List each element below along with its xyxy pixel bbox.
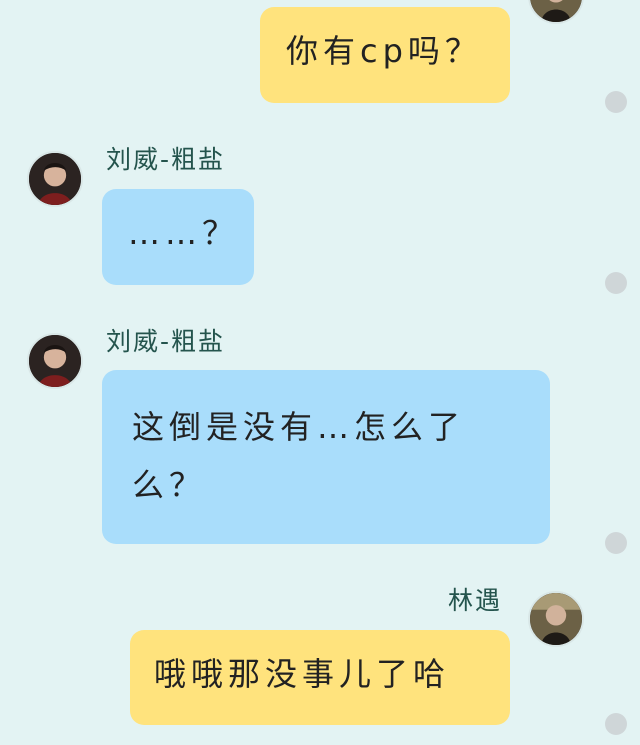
avatar-self-top[interactable] <box>528 0 584 24</box>
status-dot-1 <box>605 91 627 113</box>
message-text-1: 你有cp吗？ <box>286 32 482 70</box>
sender-name-2: 刘威-粗盐 <box>106 327 226 356</box>
sender-name-self: 林遇 <box>448 586 503 615</box>
avatar-self-icon <box>530 0 582 22</box>
avatar-self-bottom[interactable] <box>528 591 584 647</box>
status-dot-4 <box>605 713 627 735</box>
avatar-other-icon <box>29 153 81 205</box>
avatar-self-icon-2 <box>530 593 582 645</box>
sender-name-1: 刘威-粗盐 <box>106 145 226 174</box>
message-bubble-incoming-1[interactable]: ……？ <box>102 189 254 285</box>
status-dot-3 <box>605 532 627 554</box>
message-bubble-outgoing-2[interactable]: 哦哦那没事儿了哈 <box>130 630 510 725</box>
avatar-other-1[interactable] <box>27 151 83 207</box>
chat-thread: 你有cp吗？ 刘威-粗盐 ……？ 刘威-粗盐 这倒是没有…怎么了么？ 林遇 哦哦… <box>0 0 640 745</box>
avatar-other-icon-2 <box>29 335 81 387</box>
message-text-2: ……？ <box>128 214 240 252</box>
status-dot-2 <box>605 272 627 294</box>
message-text-4: 哦哦那没事儿了哈 <box>154 655 451 693</box>
message-text-3: 这倒是没有…怎么了么？ <box>132 408 466 504</box>
message-bubble-incoming-2[interactable]: 这倒是没有…怎么了么？ <box>102 370 550 544</box>
avatar-other-2[interactable] <box>27 333 83 389</box>
message-bubble-outgoing-1[interactable]: 你有cp吗？ <box>260 7 510 103</box>
